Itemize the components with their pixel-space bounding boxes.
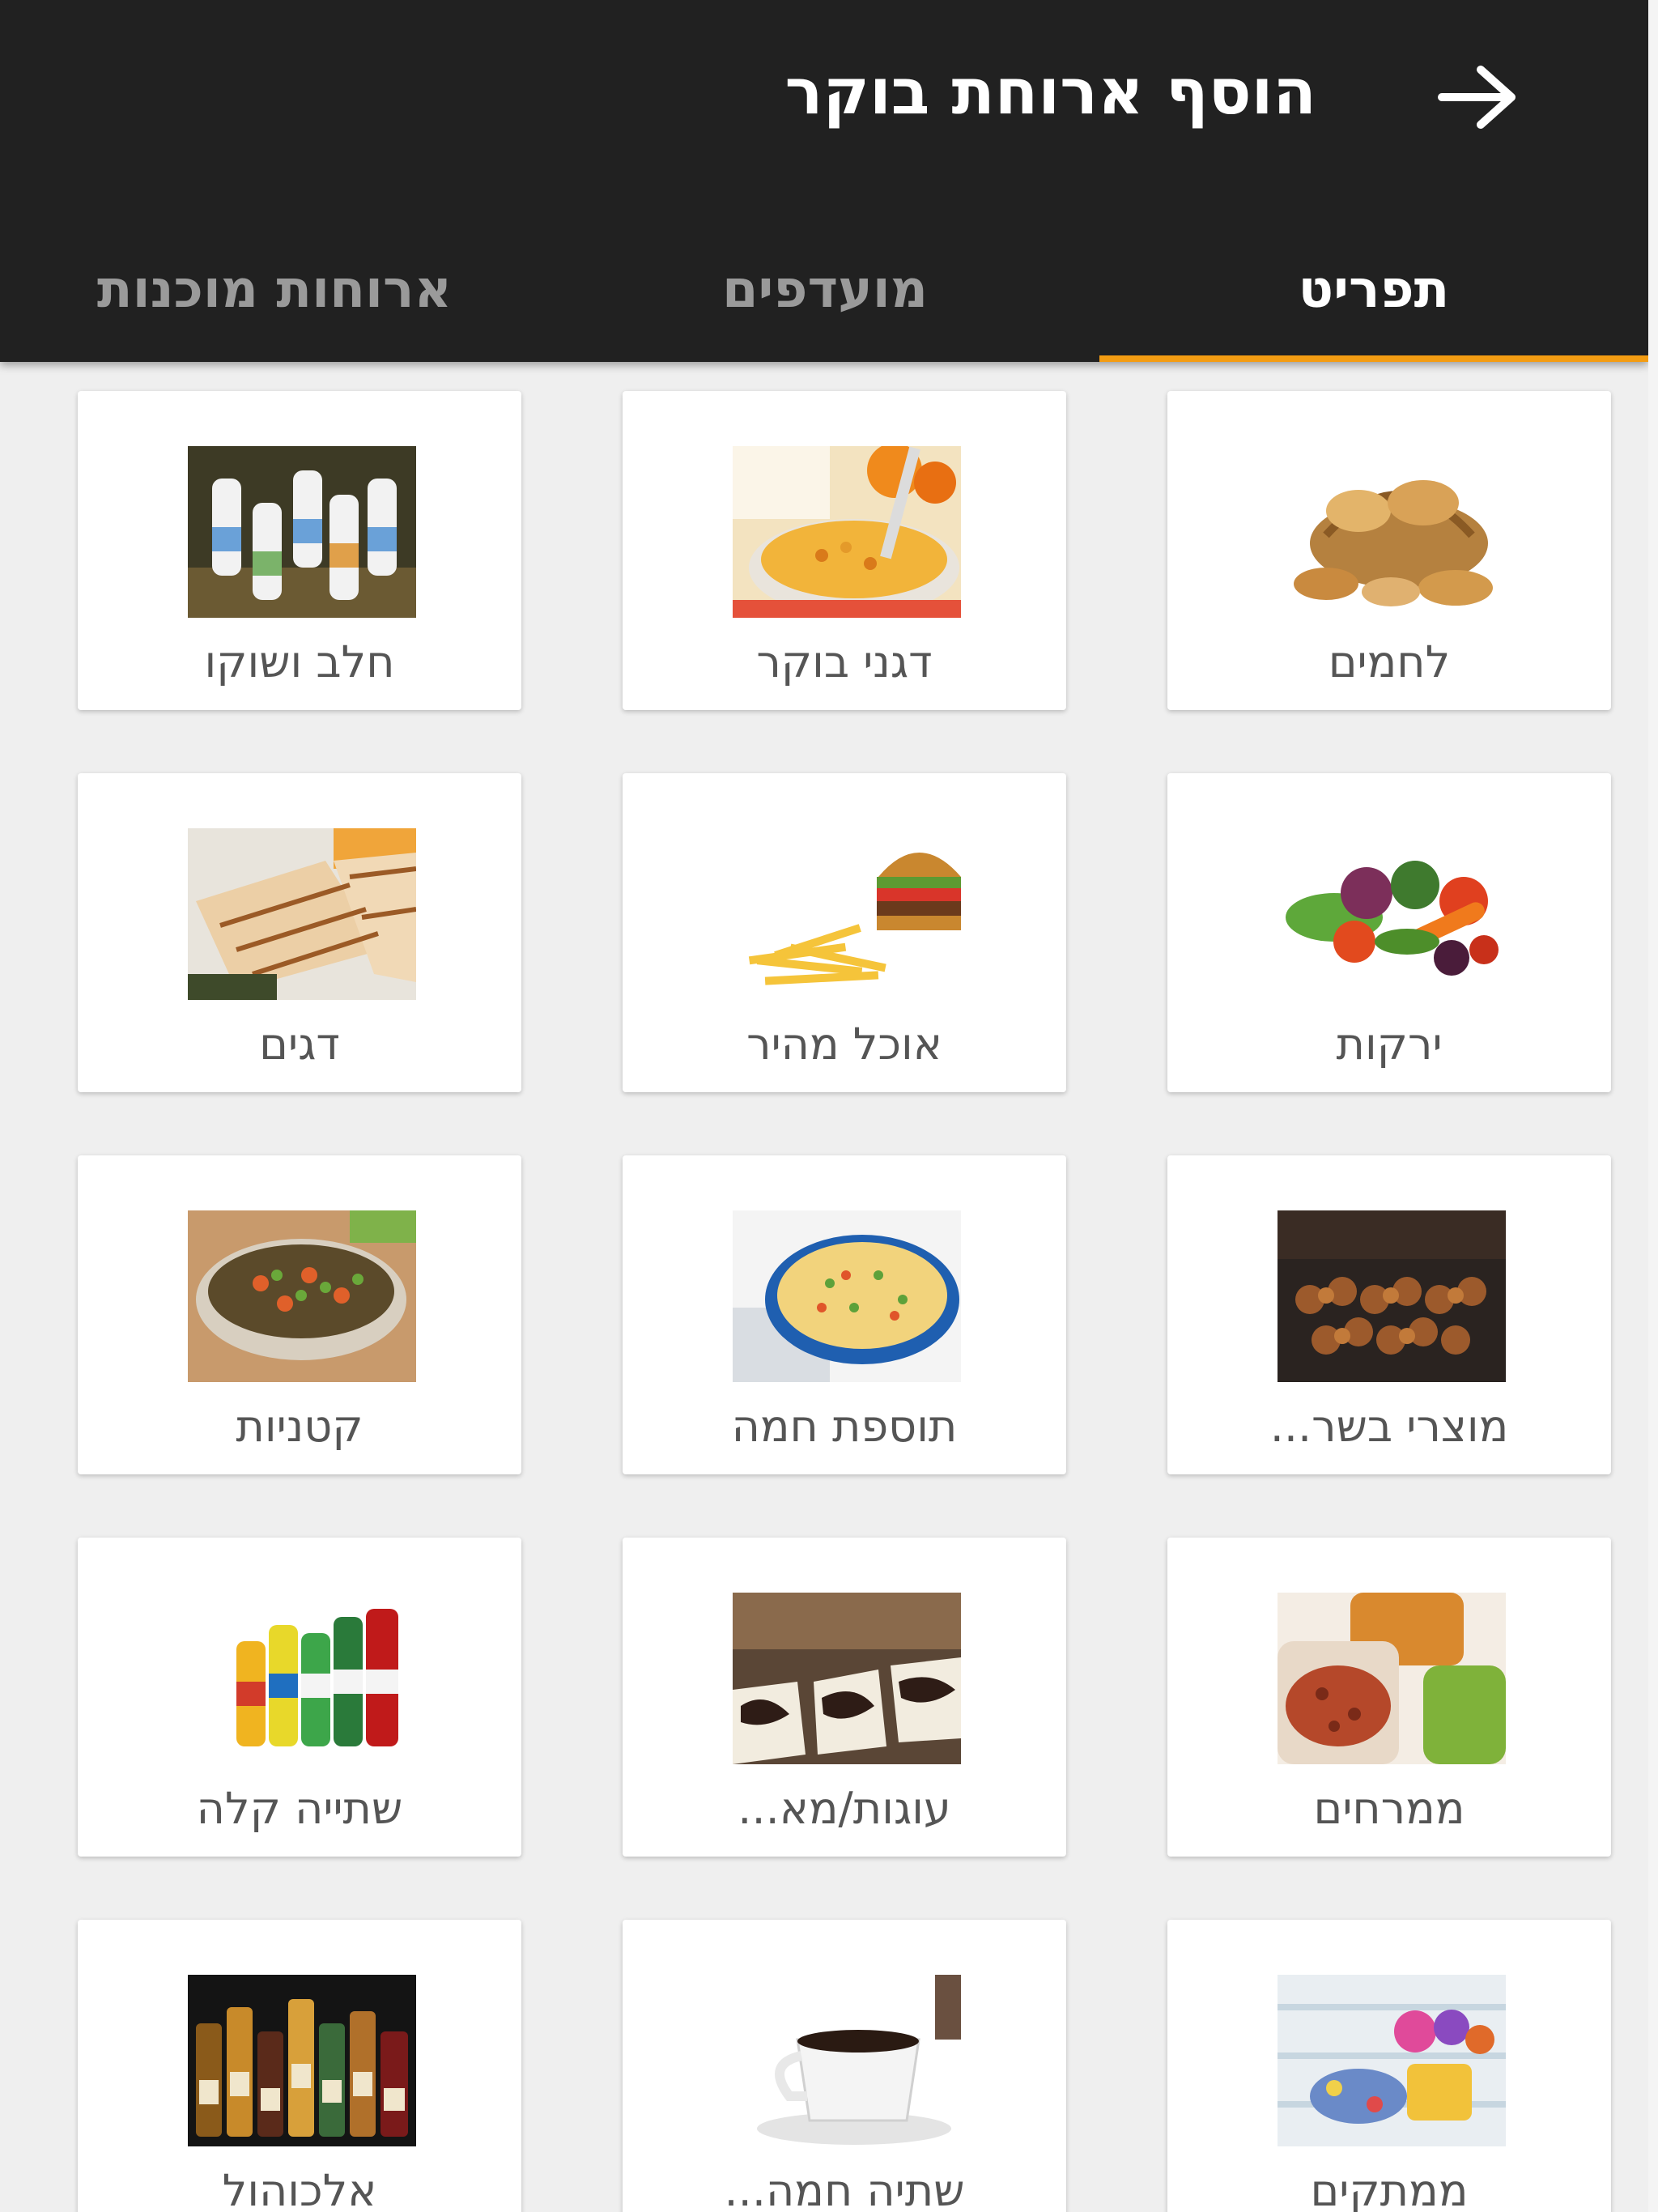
category-label: ירקות xyxy=(1336,1019,1443,1070)
category-grid: לחמים דגני בוקר חלב ושוקו ירקות אוכל מהי… xyxy=(0,362,1648,2212)
category-card-meat[interactable]: מוצרי בשר... xyxy=(1167,1155,1611,1474)
back-button[interactable] xyxy=(1425,49,1530,146)
tab-favorites[interactable]: מועדפים xyxy=(551,217,1099,362)
liquor-bottles-image xyxy=(188,1975,416,2146)
rice-casserole-image xyxy=(733,1210,961,1382)
category-label: תוספת חמה xyxy=(731,1401,958,1452)
category-card-spreads[interactable]: ממרחים xyxy=(1167,1538,1611,1857)
category-label: דגים xyxy=(259,1019,340,1070)
category-label: מוצרי בשר... xyxy=(1269,1401,1509,1452)
page-title: הוסף ארוחת בוקר xyxy=(784,56,1316,129)
category-card-milk[interactable]: חלב ושוקו xyxy=(78,391,521,710)
category-card-vegetables[interactable]: ירקות xyxy=(1167,773,1611,1092)
category-card-hot-drinks[interactable]: שתיה חמה... xyxy=(623,1920,1066,2212)
category-label: קטניות xyxy=(236,1401,363,1452)
category-card-fish[interactable]: דגים xyxy=(78,773,521,1092)
category-card-breads[interactable]: לחמים xyxy=(1167,391,1611,710)
category-card-fast-food[interactable]: אוכל מהיר xyxy=(623,773,1066,1092)
arrow-right-icon xyxy=(1438,66,1516,129)
burger-and-fries-image xyxy=(733,828,961,1000)
category-card-cakes[interactable]: עוגות/מא... xyxy=(623,1538,1066,1857)
category-label: שתיה חמה... xyxy=(724,2165,965,2212)
category-label: ממרחים xyxy=(1313,1783,1465,1834)
spread-jars-image xyxy=(1278,1593,1506,1764)
scroll-edge xyxy=(1648,0,1658,2212)
coffee-cup-image xyxy=(733,1975,961,2146)
lentil-bowl-image xyxy=(188,1210,416,1382)
breakfast-cereal-image xyxy=(733,446,961,618)
grilled-fish-image xyxy=(188,828,416,1000)
app-bar: הוסף ארוחת בוקר תפריט מועדפים ארוחות מוכ… xyxy=(0,0,1648,362)
category-card-alcohol[interactable]: אלכוהול xyxy=(78,1920,521,2212)
candies-image xyxy=(1278,1975,1506,2146)
category-card-cereal[interactable]: דגני בוקר xyxy=(623,391,1066,710)
category-label: ממתקים xyxy=(1310,2165,1469,2212)
category-label: שתייה קלה xyxy=(196,1783,403,1834)
category-label: אוכל מהיר xyxy=(746,1019,942,1070)
category-label: חלב ושוקו xyxy=(204,636,395,687)
tab-ready-meals[interactable]: ארוחות מוכנות xyxy=(0,217,549,362)
category-label: אלכוהול xyxy=(222,2165,377,2212)
category-card-soft-drinks[interactable]: שתייה קלה xyxy=(78,1538,521,1857)
tab-bar: תפריט מועדפים ארוחות מוכנות xyxy=(0,217,1648,362)
active-tab-indicator xyxy=(1099,355,1648,362)
category-label: לחמים xyxy=(1328,636,1451,687)
bread-basket-image xyxy=(1278,446,1506,618)
tab-menu[interactable]: תפריט xyxy=(1099,217,1648,362)
category-card-legumes[interactable]: קטניות xyxy=(78,1155,521,1474)
vegetables-image xyxy=(1278,828,1506,1000)
category-card-sweets[interactable]: ממתקים xyxy=(1167,1920,1611,2212)
marble-cake-image xyxy=(733,1593,961,1764)
meat-skewers-image xyxy=(1278,1210,1506,1382)
category-label: דגני בוקר xyxy=(756,636,933,687)
milk-bottles-image xyxy=(188,446,416,618)
app-screen: הוסף ארוחת בוקר תפריט מועדפים ארוחות מוכ… xyxy=(0,0,1648,2212)
soft-drink-bottles-image xyxy=(188,1593,416,1764)
category-card-hot-side[interactable]: תוספת חמה xyxy=(623,1155,1066,1474)
category-label: עוגות/מא... xyxy=(738,1783,951,1834)
